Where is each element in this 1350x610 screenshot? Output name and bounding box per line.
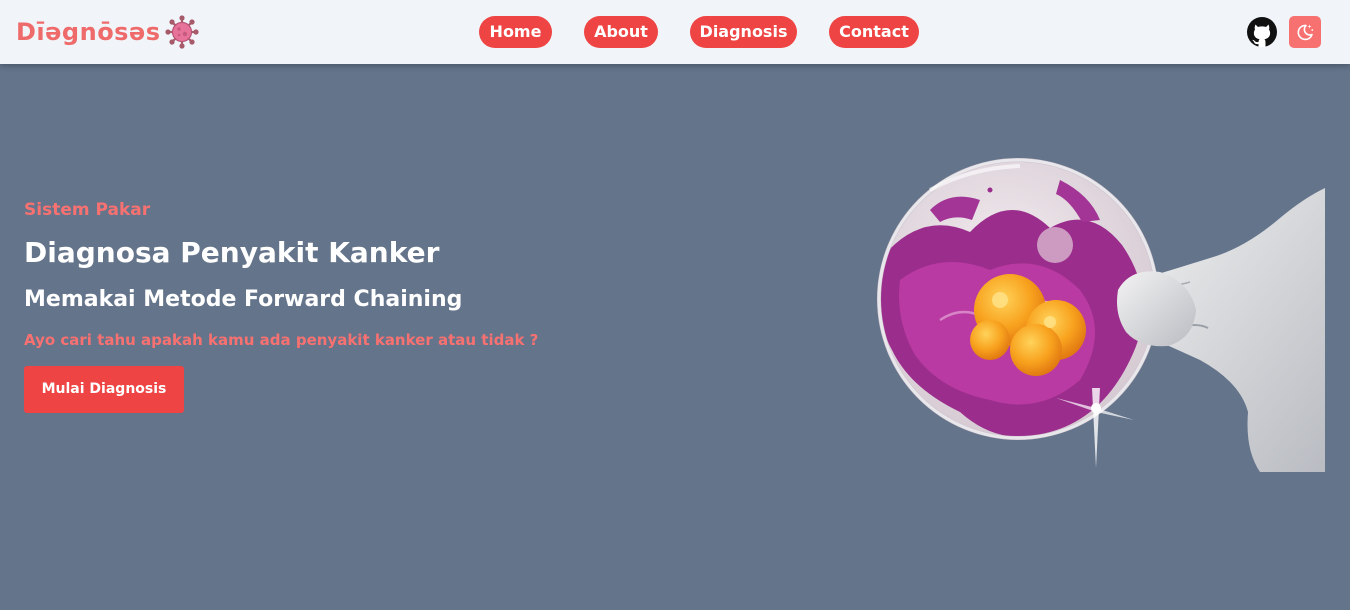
nav-about[interactable]: About (584, 16, 658, 48)
theme-toggle-button[interactable] (1289, 16, 1321, 48)
navbar: Dīəgnōsəs Home About Diagnosis Contact (0, 0, 1350, 64)
nav-diagnosis[interactable]: Diagnosis (690, 16, 797, 48)
hero-subtitle: Sistem Pakar (24, 200, 151, 220)
hero-title: Diagnosa Penyakit Kanker (24, 236, 440, 269)
petri-dish-illustration (877, 158, 1325, 472)
github-icon[interactable] (1246, 16, 1278, 48)
nav-contact[interactable]: Contact (829, 16, 919, 48)
nav-home[interactable]: Home (479, 16, 552, 48)
hero-method: Memakai Metode Forward Chaining (24, 287, 463, 312)
moon-stars-icon (1297, 24, 1314, 41)
hero-question: Ayo cari tahu apakah kamu ada penyakit k… (24, 331, 539, 349)
main-nav: Home About Diagnosis Contact (0, 16, 1350, 48)
start-diagnosis-button[interactable]: Mulai Diagnosis (24, 366, 184, 413)
